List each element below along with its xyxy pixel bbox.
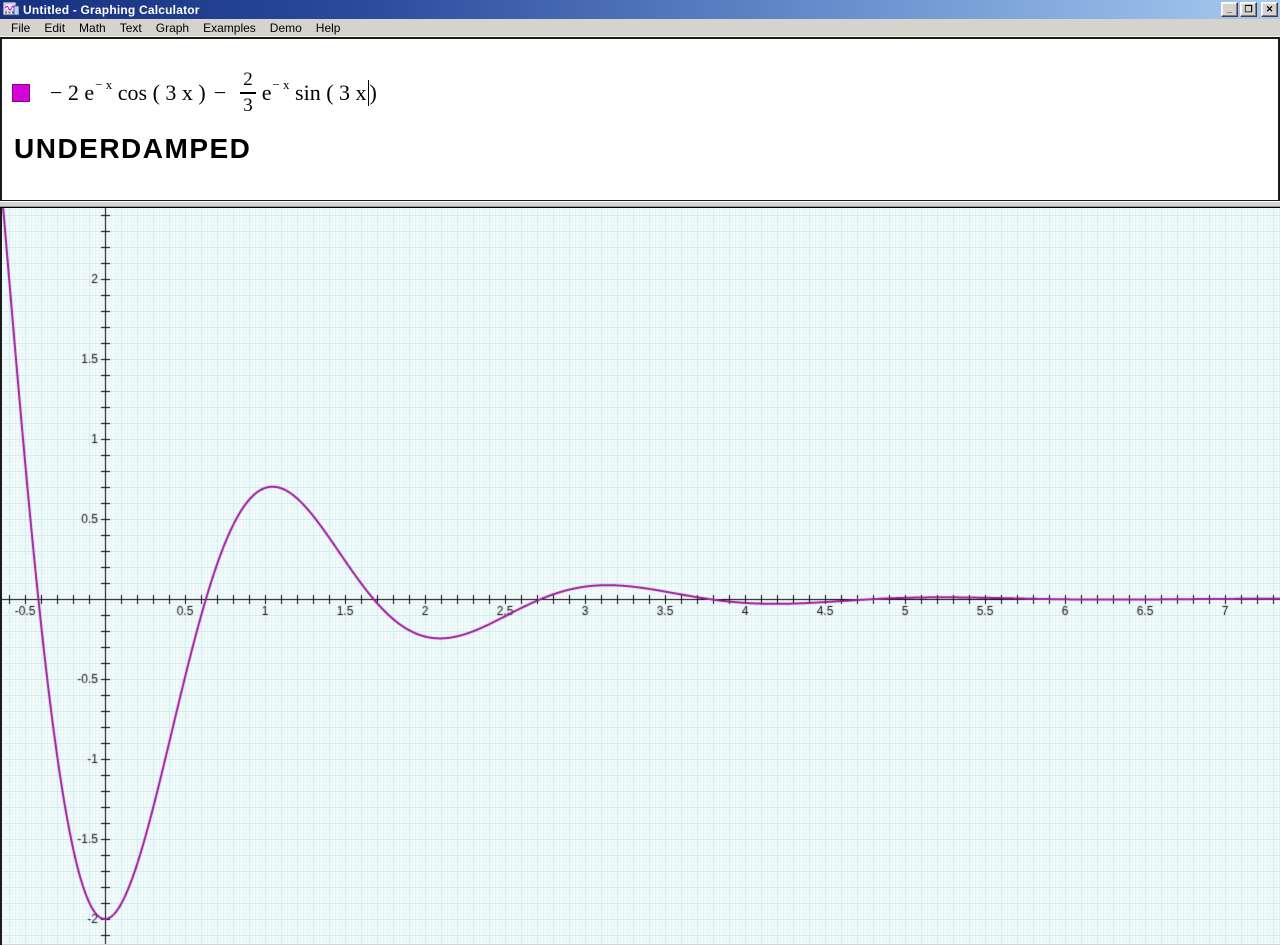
equation-exponent: − x — [95, 77, 112, 93]
equation-cos-term: cos ( 3 x ) — [112, 80, 205, 106]
restore-button[interactable]: ❐ — [1240, 2, 1257, 17]
equation-minus-operator: − — [214, 80, 226, 106]
equation-term1-coefficient: − 2 — [50, 80, 84, 106]
menu-bar: File Edit Math Text Graph Examples Demo … — [0, 19, 1280, 37]
menu-math[interactable]: Math — [72, 20, 113, 36]
equation-close-paren: ) — [370, 80, 377, 106]
equation-exponent-2: − x — [272, 77, 289, 93]
menu-text[interactable]: Text — [113, 20, 149, 36]
app-icon[interactable] — [3, 2, 19, 17]
graph-caption[interactable]: UNDERDAMPED — [14, 133, 1278, 165]
close-button[interactable]: ✕ — [1261, 2, 1278, 17]
equation-row: − 2 e− x cos ( 3 x ) − 2 3 e− x sin ( 3 … — [12, 65, 1278, 121]
minimize-button[interactable]: _ — [1221, 2, 1238, 17]
menu-graph[interactable]: Graph — [149, 20, 196, 36]
graph-canvas[interactable] — [2, 208, 1280, 944]
equation-fraction: 2 3 — [240, 69, 256, 117]
menu-demo[interactable]: Demo — [263, 20, 309, 36]
window-title: Untitled - Graphing Calculator — [23, 3, 200, 17]
curve-color-swatch[interactable] — [12, 84, 30, 102]
equation-panel[interactable]: − 2 e− x cos ( 3 x ) − 2 3 e− x sin ( 3 … — [0, 37, 1280, 201]
text-cursor — [368, 80, 369, 106]
menu-file[interactable]: File — [4, 20, 37, 36]
menu-examples[interactable]: Examples — [196, 20, 263, 36]
graph-area — [0, 207, 1280, 945]
equation-expression[interactable]: − 2 e− x cos ( 3 x ) − 2 3 e− x sin ( 3 … — [50, 69, 377, 117]
fraction-numerator: 2 — [240, 69, 256, 94]
equation-e-base: e — [84, 80, 94, 106]
equation-sin-term: sin ( 3 x — [290, 80, 367, 106]
equation-e-base-2: e — [262, 80, 272, 106]
fraction-denominator: 3 — [243, 94, 253, 117]
menu-help[interactable]: Help — [309, 20, 348, 36]
title-bar[interactable]: Untitled - Graphing Calculator _ ❐ ✕ — [0, 0, 1280, 19]
menu-edit[interactable]: Edit — [37, 20, 72, 36]
app-window: Untitled - Graphing Calculator _ ❐ ✕ Fil… — [0, 0, 1280, 945]
